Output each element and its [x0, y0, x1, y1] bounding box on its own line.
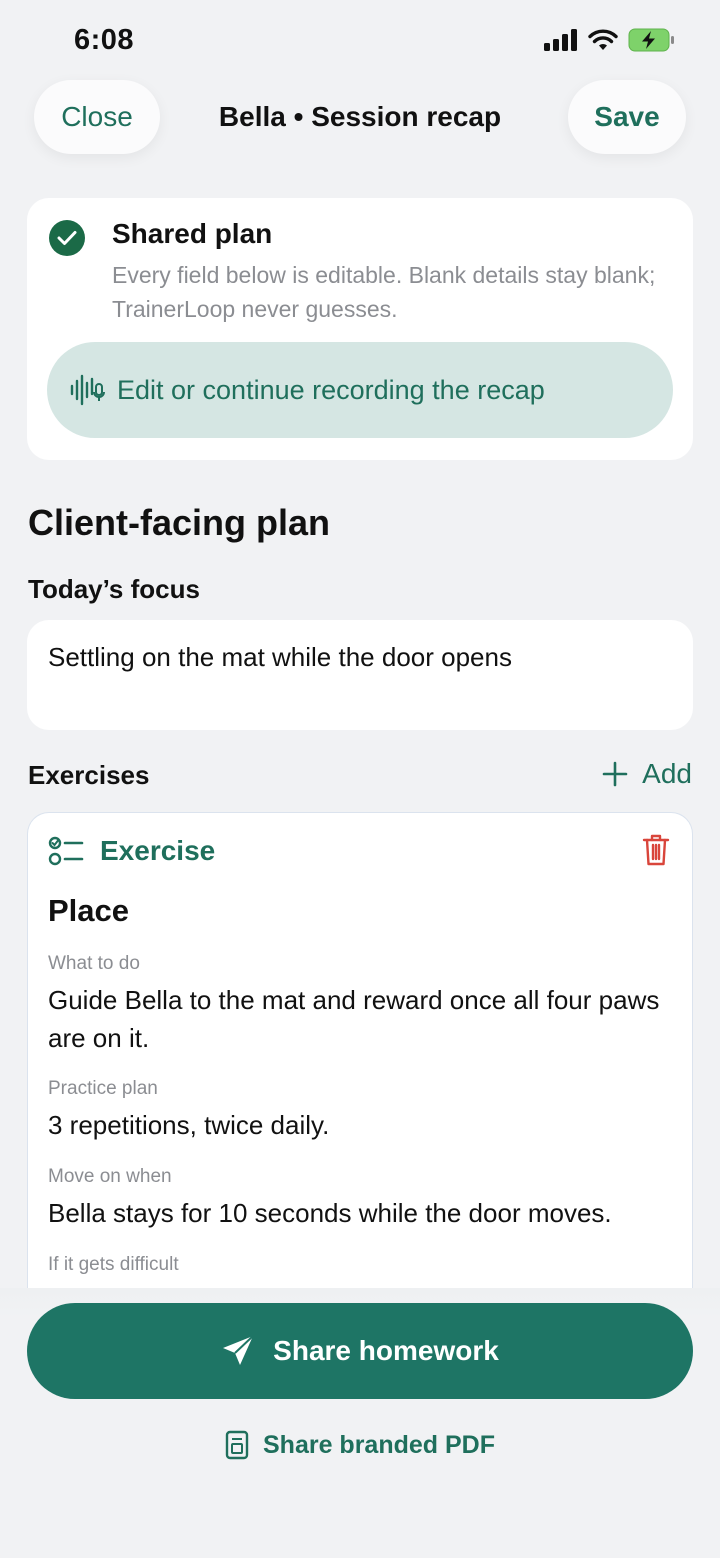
delete-exercise-button[interactable] [642, 833, 670, 872]
field-label-if-difficult: If it gets difficult [48, 1254, 179, 1275]
section-title: Client-facing plan [28, 502, 331, 543]
field-value-move-on-when[interactable]: Bella stays for 10 seconds while the doo… [48, 1194, 678, 1232]
checklist-icon [48, 836, 84, 866]
share-homework-label: Share homework [273, 1335, 499, 1366]
focus-label: Today’s focus [28, 574, 200, 604]
exercises-label: Exercises [28, 760, 150, 790]
status-icons [544, 28, 676, 52]
field-value-what-to-do[interactable]: Guide Bella to the mat and reward once a… [48, 981, 678, 1057]
battery-icon [628, 28, 674, 52]
exercise-name[interactable]: Place [48, 893, 129, 929]
check-icon [49, 220, 85, 256]
status-time: 6:08 [74, 24, 135, 56]
add-exercise-button[interactable]: Add [602, 758, 692, 790]
add-exercise-label: Add [642, 758, 692, 789]
exercise-header: Exercise [48, 835, 215, 867]
shared-plan-description: Every field below is editable. Blank det… [112, 262, 656, 322]
focus-value: Settling on the mat while the door opens [48, 642, 512, 672]
share-homework-button[interactable]: Share homework [27, 1303, 693, 1399]
field-label-what-to-do: What to do [48, 953, 140, 974]
share-pdf-button[interactable]: Share branded PDF [0, 1430, 720, 1460]
document-icon [225, 1430, 249, 1460]
focus-field[interactable]: Settling on the mat while the door opens [27, 620, 693, 730]
save-button[interactable]: Save [568, 80, 686, 154]
field-label-practice-plan: Practice plan [48, 1078, 158, 1099]
field-label-move-on-when: Move on when [48, 1166, 172, 1187]
plus-icon [602, 761, 628, 787]
exercise-card: Exercise Place What to do Guide Bella to… [27, 812, 693, 1332]
shared-plan-card: Shared plan Every field below is editabl… [27, 198, 693, 460]
nav-bar: Close Bella • Session recap Save [0, 80, 720, 154]
field-value-practice-plan[interactable]: 3 repetitions, twice daily. [48, 1106, 678, 1144]
signal-icon [544, 29, 577, 51]
exercise-header-label: Exercise [100, 835, 216, 866]
record-recap-label: Edit or continue recording the recap [117, 374, 545, 405]
share-pdf-label: Share branded PDF [263, 1430, 495, 1459]
status-bar: 6:08 [0, 0, 720, 80]
wifi-icon [588, 29, 618, 50]
record-recap-button[interactable]: Edit or continue recording the recap [47, 342, 673, 438]
trash-icon [642, 834, 670, 866]
shared-plan-title: Shared plan [112, 218, 273, 249]
send-icon [223, 1335, 254, 1365]
waveform-mic-icon [70, 374, 105, 406]
